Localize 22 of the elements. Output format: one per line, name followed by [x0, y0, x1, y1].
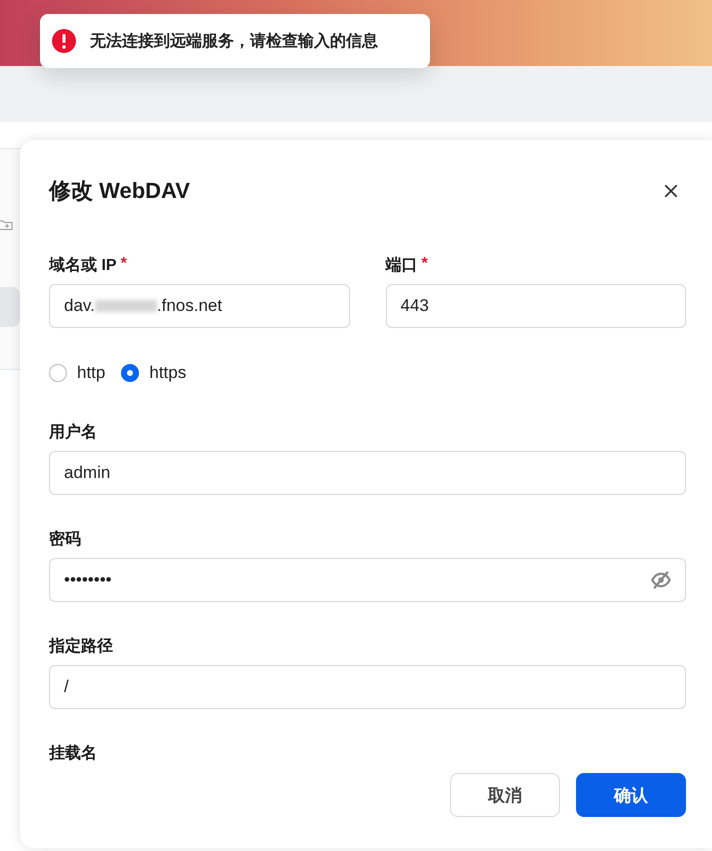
field-label: 密码 — [49, 529, 81, 550]
input-field[interactable]: 443 — [386, 284, 686, 328]
input-field[interactable]: •••••••• — [49, 558, 686, 602]
radio-label: http — [77, 363, 106, 383]
input-field[interactable]: / — [49, 665, 686, 709]
cancel-button[interactable]: 取消 — [450, 773, 560, 817]
folder-plus-icon — [0, 218, 14, 232]
eye-slash-icon[interactable] — [651, 570, 671, 590]
error-icon — [52, 29, 76, 53]
radio-button[interactable] — [49, 364, 67, 382]
radio-label: https — [149, 363, 186, 383]
input-field[interactable]: admin — [49, 451, 686, 495]
required-mark: * — [422, 255, 428, 274]
required-mark: * — [120, 255, 127, 274]
confirm-button[interactable]: 确认 — [576, 773, 686, 817]
radio-button[interactable] — [121, 364, 140, 382]
field-label: 用户名 — [49, 422, 97, 443]
field-label: 端口 — [386, 256, 418, 276]
dialog-title: 修改 WebDAV — [49, 176, 190, 204]
input-field[interactable]: dav. .fnos.net — [49, 284, 350, 328]
close-icon — [664, 184, 678, 198]
toast-message: 无法连接到远端服务，请检查输入的信息 — [90, 31, 378, 52]
